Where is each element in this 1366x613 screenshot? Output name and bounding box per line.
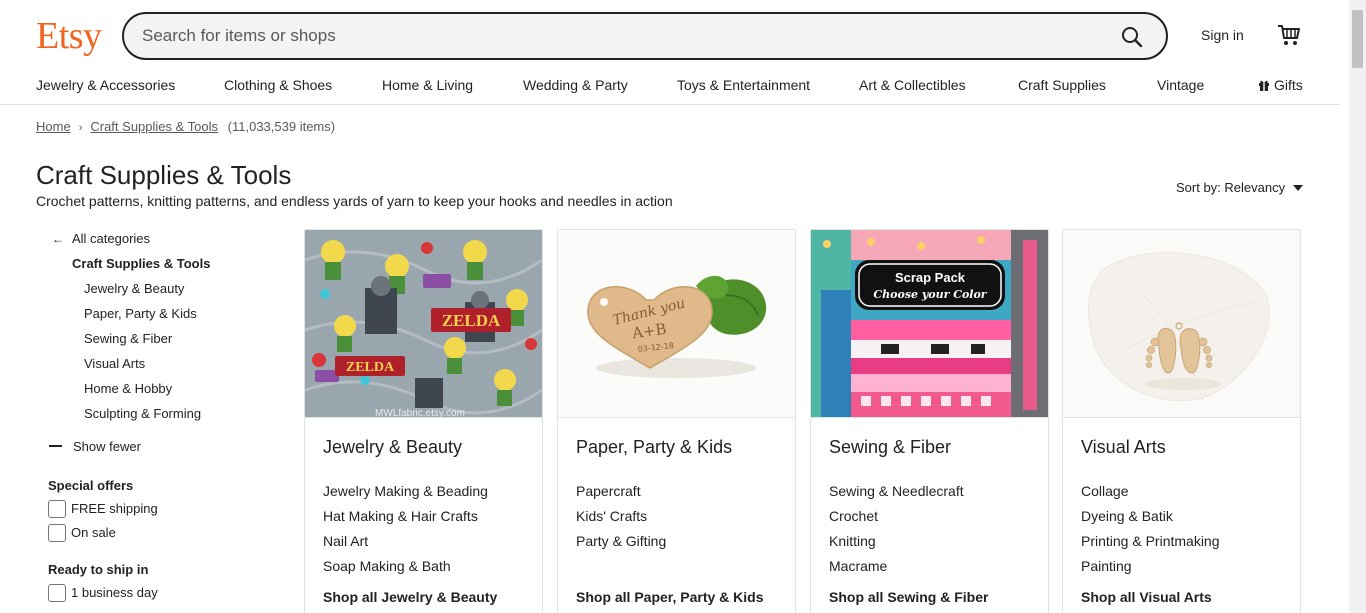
sign-in-link[interactable]: Sign in xyxy=(1201,27,1244,43)
card-link[interactable]: Nail Art xyxy=(323,533,368,549)
show-fewer-label: Show fewer xyxy=(73,439,141,454)
zelda-logo-text-1: ZELDA xyxy=(442,311,501,330)
item-count: (11,033,539 items) xyxy=(227,119,336,134)
shop-all-link[interactable]: Shop all Sewing & Fiber xyxy=(829,589,988,605)
page-description: Crochet patterns, knitting patterns, and… xyxy=(36,193,673,209)
card-link[interactable]: Party & Gifting xyxy=(576,533,666,549)
arrow-left-icon: ← xyxy=(52,232,64,246)
ready-to-ship-heading: Ready to ship in xyxy=(48,562,149,577)
breadcrumb: Home › Craft Supplies & Tools (11,033,539 … xyxy=(36,119,335,134)
card-link[interactable]: Printing & Printmaking xyxy=(1081,533,1220,549)
zelda-logo-text-2: ZELDA xyxy=(346,360,395,375)
special-offers-heading: Special offers xyxy=(48,478,134,493)
search-icon[interactable] xyxy=(1120,25,1144,49)
sidebar-item-sewing-fiber[interactable]: Sewing & Fiber xyxy=(84,331,172,346)
breadcrumb-home[interactable]: Home xyxy=(36,119,71,134)
on-sale-label: On sale xyxy=(71,525,116,540)
breadcrumb-current[interactable]: Craft Supplies & Tools xyxy=(90,119,218,134)
1-business-day-label: 1 business day xyxy=(71,585,158,600)
category-card-jewelry-beauty[interactable]: ZELDA ZELDA MWLfabric.etsy.com Jewelry &… xyxy=(304,229,543,613)
nav-jewelry-accessories[interactable]: Jewelry & Accessories xyxy=(36,77,175,93)
sidebar-item-home-hobby[interactable]: Home & Hobby xyxy=(84,381,172,396)
sidebar-item-sculpting-forming[interactable]: Sculpting & Forming xyxy=(84,406,201,421)
page-title: Craft Supplies & Tools xyxy=(36,160,292,190)
filter-free-shipping[interactable]: FREE shipping xyxy=(48,500,158,518)
card-link[interactable]: Painting xyxy=(1081,558,1132,574)
sidebar-current-category[interactable]: Craft Supplies & Tools xyxy=(72,256,210,271)
caret-down-icon xyxy=(1293,185,1304,191)
search-input[interactable] xyxy=(142,24,1102,48)
minus-icon xyxy=(49,445,62,447)
sort-label: Sort by: Relevancy xyxy=(1176,180,1286,195)
card-link[interactable]: Hat Making & Hair Crafts xyxy=(323,508,478,524)
category-card-visual-arts[interactable]: Visual Arts Collage Dyeing & Batik Print… xyxy=(1062,229,1301,613)
shop-all-link[interactable]: Shop all Visual Arts xyxy=(1081,589,1212,605)
free-shipping-label: FREE shipping xyxy=(71,501,158,516)
sort-dropdown[interactable]: Sort by: Relevancy xyxy=(1176,180,1304,195)
card-link[interactable]: Sewing & Needlecraft xyxy=(829,483,964,499)
sidebar-item-visual-arts[interactable]: Visual Arts xyxy=(84,356,145,371)
free-shipping-checkbox[interactable] xyxy=(48,500,66,518)
scrap-pack-subtitle: Choose your Color xyxy=(873,288,987,301)
card-link[interactable]: Crochet xyxy=(829,508,878,524)
gift-icon xyxy=(1259,80,1269,91)
scrap-pack-title: Scrap Pack xyxy=(895,270,966,285)
card-link[interactable]: Macrame xyxy=(829,558,887,574)
card-title[interactable]: Jewelry & Beauty xyxy=(323,437,462,458)
nav-craft-supplies[interactable]: Craft Supplies xyxy=(1018,77,1106,93)
shop-all-link[interactable]: Shop all Paper, Party & Kids xyxy=(576,589,764,605)
watermark-text: MWLfabric.etsy.com xyxy=(375,408,465,418)
nav-clothing-shoes[interactable]: Clothing & Shoes xyxy=(224,77,332,93)
card-title[interactable]: Sewing & Fiber xyxy=(829,437,951,458)
nav-wedding-party[interactable]: Wedding & Party xyxy=(523,77,628,93)
search-bar xyxy=(122,12,1168,60)
all-categories-link[interactable]: ← All categories xyxy=(52,231,150,246)
nav-home-living[interactable]: Home & Living xyxy=(382,77,473,93)
card-image-zelda-fabric[interactable]: ZELDA ZELDA MWLfabric.etsy.com xyxy=(305,230,542,418)
filter-1-business-day[interactable]: 1 business day xyxy=(48,584,158,602)
1-business-day-checkbox[interactable] xyxy=(48,584,66,602)
sidebar-item-jewelry-beauty[interactable]: Jewelry & Beauty xyxy=(84,281,184,296)
card-link[interactable]: Papercraft xyxy=(576,483,641,499)
card-link[interactable]: Dyeing & Batik xyxy=(1081,508,1173,524)
card-link[interactable]: Soap Making & Bath xyxy=(323,558,451,574)
filter-on-sale[interactable]: On sale xyxy=(48,524,116,542)
card-title[interactable]: Paper, Party & Kids xyxy=(576,437,732,458)
card-link[interactable]: Collage xyxy=(1081,483,1128,499)
card-title[interactable]: Visual Arts xyxy=(1081,437,1166,458)
on-sale-checkbox[interactable] xyxy=(48,524,66,542)
all-categories-label: All categories xyxy=(72,231,151,246)
show-fewer-button[interactable]: Show fewer xyxy=(49,439,141,454)
card-image-fabric-scrap-pack[interactable]: Scrap Pack Choose your Color xyxy=(811,230,1048,418)
category-card-paper-party-kids[interactable]: Thank you A+B 03-12-18 Paper, Party & Ki… xyxy=(557,229,796,613)
card-link[interactable]: Jewelry Making & Beading xyxy=(323,483,488,499)
shop-all-link[interactable]: Shop all Jewelry & Beauty xyxy=(323,589,497,605)
card-link[interactable]: Knitting xyxy=(829,533,876,549)
card-image-wooden-heart[interactable]: Thank you A+B 03-12-18 xyxy=(558,230,795,418)
etsy-logo[interactable]: Etsy xyxy=(36,14,102,58)
nav-gifts[interactable]: Gifts xyxy=(1258,77,1303,93)
cart-icon[interactable] xyxy=(1276,22,1302,48)
card-link[interactable]: Kids' Crafts xyxy=(576,508,647,524)
sidebar-item-paper-party-kids[interactable]: Paper, Party & Kids xyxy=(84,306,197,321)
nav-gifts-label: Gifts xyxy=(1274,77,1303,93)
nav-toys-entertainment[interactable]: Toys & Entertainment xyxy=(677,77,810,93)
scrollbar-thumb[interactable] xyxy=(1352,10,1363,68)
nav-art-collectibles[interactable]: Art & Collectibles xyxy=(859,77,966,93)
category-card-sewing-fiber[interactable]: Scrap Pack Choose your Color Sewing & Fi… xyxy=(810,229,1049,613)
nav-vintage[interactable]: Vintage xyxy=(1157,77,1204,93)
category-nav: Jewelry & Accessories Clothing & Shoes H… xyxy=(0,70,1340,105)
chevron-right-icon: › xyxy=(78,122,83,134)
card-image-wooden-feet-charm[interactable] xyxy=(1063,230,1300,418)
page-scrollbar[interactable] xyxy=(1349,0,1366,613)
